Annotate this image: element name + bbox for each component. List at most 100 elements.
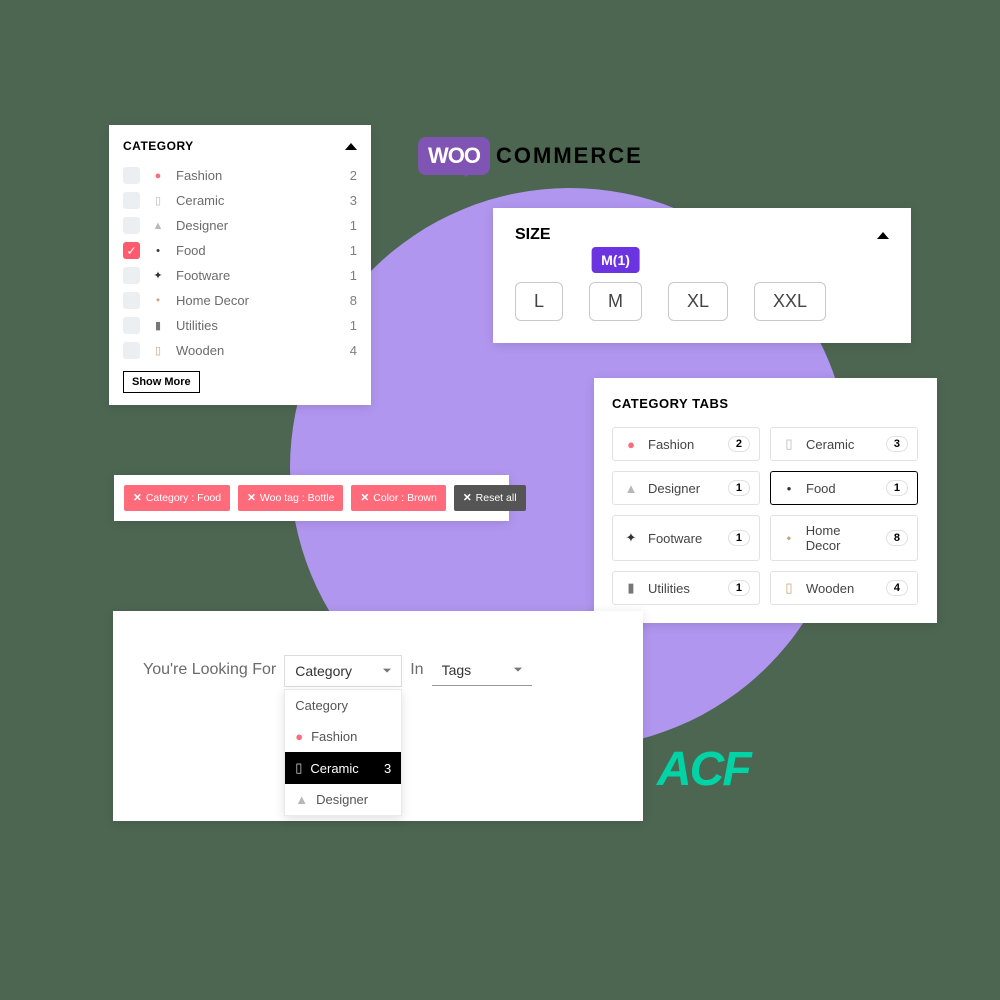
tab-icon: ▯ <box>780 435 798 453</box>
category-tabs-title: CATEGORY TABS <box>612 396 919 411</box>
size-title: SIZE <box>515 226 551 244</box>
checkbox-icon <box>123 267 140 284</box>
tab-label: Utilities <box>648 581 690 596</box>
category-count: 1 <box>350 243 357 258</box>
chip-label: Category : Food <box>146 492 221 504</box>
checkbox-icon: ✓ <box>123 242 140 259</box>
category-icon: ▯ <box>150 343 166 359</box>
tab-icon: ▮ <box>622 579 640 597</box>
category-icon: ● <box>150 168 166 184</box>
woo-bubble-icon: WOO <box>418 137 490 175</box>
close-icon: ✕ <box>247 492 256 504</box>
checkbox-icon <box>123 342 140 359</box>
category-label: Fashion <box>176 168 340 183</box>
tab-count: 1 <box>728 480 750 496</box>
category-item-utilities[interactable]: ▮Utilities1 <box>123 313 357 338</box>
tab-icon: ⬩ <box>780 529 798 547</box>
category-dropdown: Category ●Fashion▯Ceramic3▲Designer <box>284 689 402 816</box>
filter-chip[interactable]: ✕Woo tag : Bottle <box>238 485 343 511</box>
checkbox-icon <box>123 192 140 209</box>
tags-select-value: Tags <box>442 662 472 678</box>
category-tab-home-decor[interactable]: ⬩Home Decor8 <box>770 515 918 561</box>
category-tab-food[interactable]: •Food1 <box>770 471 918 505</box>
size-option-xl[interactable]: XL <box>668 282 728 321</box>
tab-count: 1 <box>728 530 750 546</box>
category-count: 8 <box>350 293 357 308</box>
category-icon: • <box>150 243 166 259</box>
category-tab-ceramic[interactable]: ▯ Ceramic 3 <box>770 427 918 461</box>
dropdown-item-fashion[interactable]: ●Fashion <box>285 721 401 752</box>
tab-label: Food <box>806 481 836 496</box>
checkbox-icon <box>123 217 140 234</box>
dropdown-icon: ▯ <box>295 760 302 776</box>
category-item-designer[interactable]: ▲ Designer 1 <box>123 213 357 238</box>
category-header[interactable]: CATEGORY <box>123 139 357 153</box>
size-option-xxl[interactable]: XXL <box>754 282 826 321</box>
tab-count: 8 <box>886 530 908 546</box>
category-tabs-panel: CATEGORY TABS ●Fashion2▯Ceramic3▲Designe… <box>594 378 937 623</box>
category-tab-utilities[interactable]: ▮Utilities1 <box>612 571 760 605</box>
category-filter-panel: CATEGORY ●Fashion2▯Ceramic3▲Designer1✓•F… <box>109 125 371 405</box>
category-tab-designer[interactable]: ▲ Designer 1 <box>612 471 760 505</box>
category-label: Footware <box>176 268 340 283</box>
category-count: 4 <box>350 343 357 358</box>
category-label: Home Decor <box>176 293 340 308</box>
chip-label: Color : Brown <box>373 492 437 504</box>
looking-for-label: You're Looking For <box>143 655 276 679</box>
category-label: Ceramic <box>176 193 340 208</box>
category-item-wooden[interactable]: ▯ Wooden 4 <box>123 338 357 363</box>
woo-text: COMMERCE <box>496 143 643 169</box>
filter-chip[interactable]: ✕ Category : Food <box>124 485 230 511</box>
tab-icon: ✦ <box>622 529 640 547</box>
category-select[interactable]: Category <box>284 655 402 687</box>
category-icon: ⬩ <box>150 293 166 309</box>
filter-chip[interactable]: ✕Color : Brown <box>351 485 445 511</box>
category-item-home-decor[interactable]: ⬩ Home Decor 8 <box>123 288 357 313</box>
dropdown-header: Category <box>285 690 401 721</box>
category-count: 1 <box>350 318 357 333</box>
checkbox-icon <box>123 292 140 309</box>
chevron-up-icon[interactable] <box>877 232 889 239</box>
category-tab-fashion[interactable]: ●Fashion2 <box>612 427 760 461</box>
chevron-up-icon <box>345 143 357 150</box>
tab-count: 1 <box>886 480 908 496</box>
category-count: 1 <box>350 218 357 233</box>
category-label: Utilities <box>176 318 340 333</box>
category-label: Wooden <box>176 343 340 358</box>
woocommerce-logo: WOO COMMERCE <box>418 137 643 175</box>
category-count: 1 <box>350 268 357 283</box>
size-option-l[interactable]: L <box>515 282 563 321</box>
tab-count: 3 <box>886 436 908 452</box>
category-item-ceramic[interactable]: ▯ Ceramic 3 <box>123 188 357 213</box>
category-count: 3 <box>350 193 357 208</box>
show-more-button[interactable]: Show More <box>123 371 200 393</box>
category-tab-wooden[interactable]: ▯Wooden4 <box>770 571 918 605</box>
category-tab-footware[interactable]: ✦Footware1 <box>612 515 760 561</box>
tab-label: Ceramic <box>806 437 854 452</box>
tab-label: Fashion <box>648 437 694 452</box>
category-label: Designer <box>176 218 340 233</box>
tab-icon: ▲ <box>622 479 640 497</box>
in-label: In <box>410 655 423 679</box>
reset-all-button[interactable]: ✕Reset all <box>454 485 526 511</box>
tags-select[interactable]: Tags <box>432 655 532 686</box>
search-builder-panel: You're Looking For Category Category ●Fa… <box>113 611 643 821</box>
size-option-m[interactable]: MM(1) <box>589 282 642 321</box>
tab-count: 4 <box>886 580 908 596</box>
category-item-footware[interactable]: ✦Footware1 <box>123 263 357 288</box>
tab-label: Designer <box>648 481 700 496</box>
dropdown-item-ceramic[interactable]: ▯Ceramic3 <box>285 752 401 784</box>
category-item-food[interactable]: ✓•Food1 <box>123 238 357 263</box>
dropdown-count: 3 <box>384 761 391 776</box>
close-icon: ✕ <box>133 492 142 504</box>
category-item-fashion[interactable]: ●Fashion2 <box>123 163 357 188</box>
category-icon: ▲ <box>150 218 166 234</box>
category-title: CATEGORY <box>123 139 194 153</box>
tab-label: Wooden <box>806 581 854 596</box>
acf-logo: ACF <box>657 742 750 797</box>
tab-count: 2 <box>728 436 750 452</box>
dropdown-label: Fashion <box>311 729 357 744</box>
dropdown-item-designer[interactable]: ▲Designer <box>285 784 401 815</box>
category-icon: ▯ <box>150 193 166 209</box>
category-select-value: Category <box>295 663 352 679</box>
